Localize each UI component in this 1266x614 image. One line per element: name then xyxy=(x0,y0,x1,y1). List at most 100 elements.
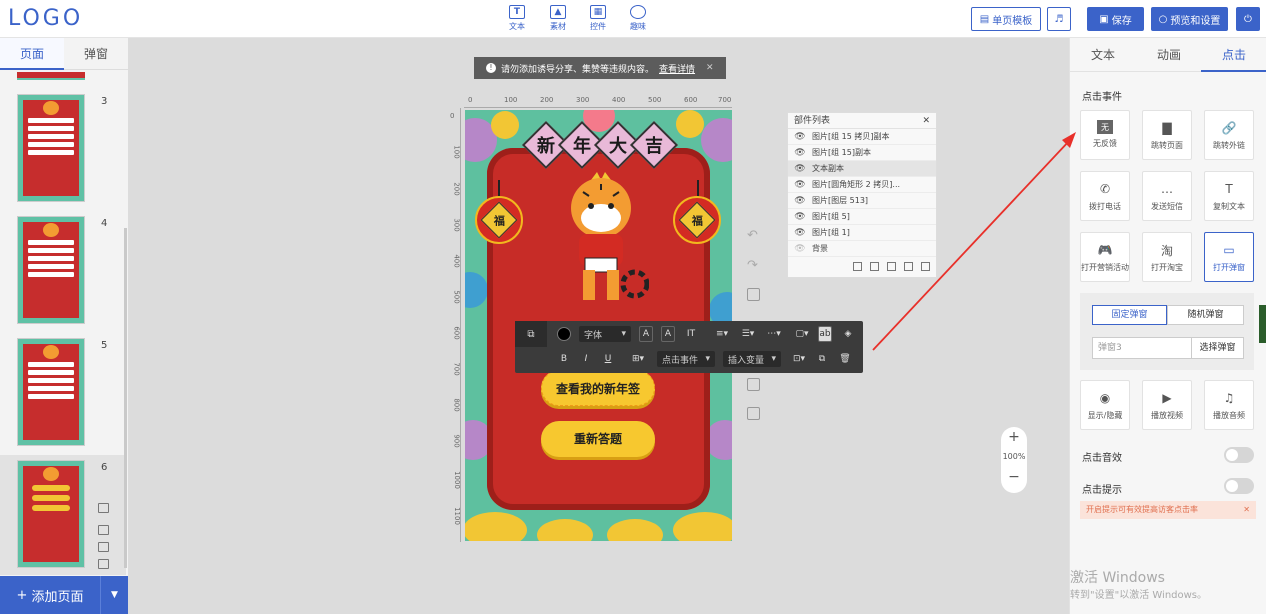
eye-icon[interactable]: 👁 xyxy=(788,145,812,161)
copy-icon[interactable] xyxy=(887,261,896,271)
layer-row[interactable]: 👁 图片[组 15]副本 xyxy=(788,145,936,161)
align-icon[interactable] xyxy=(870,261,879,271)
popup-field[interactable]: 弹窗3 xyxy=(1092,337,1192,359)
eye-icon[interactable]: 👁 xyxy=(788,177,812,193)
play-icon[interactable] xyxy=(747,288,760,301)
bold-icon[interactable]: B xyxy=(557,351,571,367)
eye-icon[interactable]: 👁 xyxy=(788,193,812,209)
close-icon[interactable]: ✕ xyxy=(922,113,930,128)
random-popup-tab[interactable]: 随机弹窗 xyxy=(1167,305,1244,325)
select-popup-button[interactable]: 选择弹窗 xyxy=(1191,337,1244,359)
zoom-out-button[interactable]: − xyxy=(1001,467,1027,487)
click-event-select[interactable]: 点击事件 ▾ xyxy=(657,351,715,367)
table-icon[interactable]: ⊞▾ xyxy=(627,351,649,367)
layer-style-icon[interactable]: ▢▾ xyxy=(791,326,813,342)
page-thumb-6[interactable] xyxy=(17,460,85,568)
fixed-popup-tab[interactable]: 固定弹窗 xyxy=(1092,305,1167,325)
action-play-video[interactable]: ▶ 播放视频 xyxy=(1142,380,1192,430)
tool-fun[interactable]: 趣味 xyxy=(621,5,655,32)
group-icon[interactable] xyxy=(853,261,862,271)
single-template-button[interactable]: ▤ 单页模板 xyxy=(971,7,1041,31)
action-play-audio[interactable]: ♫ 播放音频 xyxy=(1204,380,1254,430)
add-page-dropdown[interactable]: ▼ xyxy=(100,576,128,614)
tab-click[interactable]: 点击 xyxy=(1201,38,1266,72)
click-tip-toggle[interactable] xyxy=(1224,478,1254,494)
layer-row[interactable]: 👁 图片[组 15 拷贝]副本 xyxy=(788,129,936,145)
color-picker[interactable] xyxy=(557,327,571,341)
eye-icon[interactable]: 👁 xyxy=(788,129,812,145)
layer-row[interactable]: 👁 背景 xyxy=(788,241,936,257)
action-taobao[interactable]: 淘打开淘宝 xyxy=(1142,232,1192,282)
action-show-hide[interactable]: ◉ 显示/隐藏 xyxy=(1080,380,1130,430)
eye-icon[interactable]: 👁 xyxy=(788,161,812,177)
download-icon[interactable] xyxy=(747,407,760,420)
music-button[interactable]: ♬ xyxy=(1047,7,1071,31)
folder-icon[interactable] xyxy=(904,261,913,271)
font-size-down-icon[interactable]: A xyxy=(661,326,675,342)
click-sound-toggle[interactable] xyxy=(1224,447,1254,463)
action-call[interactable]: ✆ 拨打电话 xyxy=(1080,171,1130,221)
power-button[interactable]: ⏻ xyxy=(1236,7,1260,31)
layer-row[interactable]: 👁 图片[组 5] xyxy=(788,209,936,225)
spacing-icon[interactable]: ⋯▾ xyxy=(763,326,785,342)
copy-icon[interactable] xyxy=(98,542,109,552)
action-sms[interactable]: … 发送短信 xyxy=(1142,171,1192,221)
save-button[interactable]: ▣ 保存 xyxy=(1087,7,1144,31)
action-copy-text[interactable]: T 复制文本 xyxy=(1204,171,1254,221)
fill-icon[interactable]: ◈ xyxy=(841,326,855,342)
font-size-up-icon[interactable]: A xyxy=(639,326,653,342)
add-icon[interactable] xyxy=(98,503,109,513)
tab-pages[interactable]: 页面 xyxy=(0,38,64,70)
add-page-button[interactable]: + 添加页面 xyxy=(0,576,100,614)
action-no-feedback[interactable]: 无无反馈 xyxy=(1080,110,1130,160)
font-select[interactable]: 字体 ▾ xyxy=(579,326,631,342)
tab-popups[interactable]: 弹窗 xyxy=(64,38,128,70)
italic-icon[interactable]: I xyxy=(579,351,593,367)
action-marketing[interactable]: 🎮 打开营销活动 xyxy=(1080,232,1130,282)
zoom-in-button[interactable]: + xyxy=(1001,427,1027,447)
underline-icon[interactable]: U xyxy=(601,351,615,367)
page-thumb-5[interactable] xyxy=(17,338,85,446)
layer-row[interactable]: 👁 文本副本 xyxy=(788,161,936,177)
eye-icon[interactable]: 👁 xyxy=(788,225,812,241)
eye-icon[interactable]: 👁 xyxy=(788,209,812,225)
view-new-year-sign-button[interactable]: 查看我的新年签 xyxy=(541,370,655,406)
action-jump-link[interactable]: 🔗 跳转外链 xyxy=(1204,110,1254,160)
close-icon[interactable]: ✕ xyxy=(706,63,714,73)
tool-material[interactable]: ▲ 素材 xyxy=(541,5,575,32)
tab-animation[interactable]: 动画 xyxy=(1136,38,1202,72)
shadow-icon[interactable]: ab xyxy=(818,326,832,342)
tool-widget[interactable]: ▦ 控件 xyxy=(581,5,615,32)
delete-icon[interactable]: 🗑 xyxy=(838,351,852,367)
action-open-popup[interactable]: ▭ 打开弹窗 xyxy=(1204,232,1254,282)
phone-preview-icon[interactable] xyxy=(747,378,760,391)
close-icon[interactable]: ✕ xyxy=(1243,501,1250,519)
delete-icon[interactable] xyxy=(921,261,930,271)
side-tab[interactable] xyxy=(1259,305,1266,343)
action-jump-page[interactable]: ▇ 跳转页面 xyxy=(1142,110,1192,160)
layer-row[interactable]: 👁 图片[图层 513] xyxy=(788,193,936,209)
eye-icon[interactable]: 👁 xyxy=(788,241,812,257)
align-icon[interactable]: ≡▾ xyxy=(711,326,733,342)
page-thumb-partial[interactable] xyxy=(17,72,85,80)
tool-text[interactable]: T 文本 xyxy=(500,5,534,32)
redo-icon[interactable]: ↷ xyxy=(747,258,758,273)
position-icon[interactable]: ⊡▾ xyxy=(789,351,809,367)
insert-variable-select[interactable]: 插入变量 ▾ xyxy=(723,351,781,367)
list-icon[interactable]: ☰▾ xyxy=(737,326,759,342)
retry-quiz-button[interactable]: 重新答题 xyxy=(541,421,655,457)
delete-icon[interactable] xyxy=(98,559,109,569)
preview-button[interactable]: ○ 预览和设置 xyxy=(1151,7,1228,31)
undo-icon[interactable]: ↶ xyxy=(747,228,758,243)
copy-icon[interactable]: ⧉ xyxy=(815,351,829,367)
layer-row[interactable]: 👁 图片[组 1] xyxy=(788,225,936,241)
scrollbar[interactable] xyxy=(124,228,127,568)
toolbar-handle[interactable]: ⧉ xyxy=(515,321,547,347)
notice-link[interactable]: 查看详情 xyxy=(659,62,695,75)
tab-text[interactable]: 文本 xyxy=(1070,38,1136,72)
template-icon[interactable] xyxy=(98,525,109,535)
layer-row[interactable]: 👁 图片[圆角矩形 2 拷贝]... xyxy=(788,177,936,193)
page-thumb-4[interactable] xyxy=(17,216,85,324)
page-thumb-3[interactable] xyxy=(17,94,85,202)
line-height-icon[interactable]: IT xyxy=(683,326,699,342)
